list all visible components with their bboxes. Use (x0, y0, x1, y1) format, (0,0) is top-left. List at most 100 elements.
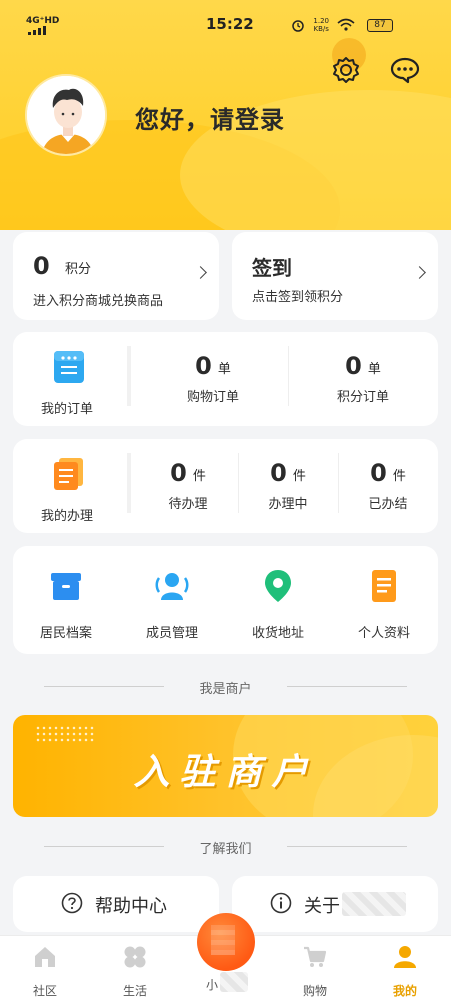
info-circle-icon (270, 892, 292, 914)
completed-count: 0 (370, 459, 387, 487)
tab-shopping[interactable]: 购物 (280, 944, 350, 999)
personal-info-button[interactable]: 个人资料 (339, 568, 429, 641)
tab-label: 社区 (32, 984, 57, 998)
points-orders-unit: 单 (367, 362, 381, 377)
status-bar: 4G⁺HD 15:22 1.20 KB/s 87 (0, 0, 451, 44)
documents-icon (54, 458, 83, 490)
banner-dots (35, 725, 95, 743)
shopping-orders-count: 0 (195, 352, 212, 380)
personal-info-label: 个人资料 (357, 626, 410, 641)
handling-card: 我的办理 0件 待办理 0件 办理中 0件 已办结 (13, 439, 438, 533)
redacted-text (220, 972, 248, 992)
wifi-icon (337, 18, 355, 31)
tools-card: 居民档案 成员管理 收货地址 个人资料 (13, 546, 438, 654)
my-orders-label: 我的订单 (41, 402, 94, 417)
tab-label: 我的 (392, 984, 417, 998)
alarm-icon (292, 20, 305, 32)
messages-button[interactable] (387, 52, 423, 88)
speed-unit: KB/s (313, 25, 329, 33)
orders-card: 我的订单 0单 购物订单 0单 积分订单 (13, 332, 438, 426)
members-icon (155, 573, 189, 600)
login-prompt[interactable]: 您好，请登录 (135, 100, 285, 135)
divider (127, 346, 131, 406)
sign-in-card[interactable]: 签到 点击签到领积分 (232, 232, 438, 320)
chat-bubble-icon (390, 57, 420, 84)
shopping-orders-stat[interactable]: 0单 购物订单 (153, 352, 273, 405)
profile-header: 4G⁺HD 15:22 1.20 KB/s 87 您好，请登录 (0, 0, 451, 230)
points-orders-count: 0 (345, 352, 362, 380)
pending-count: 0 (170, 459, 187, 487)
signal-icon (28, 26, 46, 35)
about-us-button[interactable]: 关于 (232, 876, 438, 932)
pending-stat[interactable]: 0件 待办理 (138, 459, 238, 512)
points-unit: 积分 (65, 262, 92, 277)
tab-label: 购物 (302, 984, 327, 998)
shipping-address-button[interactable]: 收货地址 (233, 568, 323, 641)
center-logo-icon (211, 925, 235, 955)
chevron-right-icon (194, 266, 207, 279)
clover-icon (124, 946, 146, 968)
question-circle-icon (61, 892, 83, 914)
in-progress-unit: 件 (292, 469, 306, 484)
center-logo-button[interactable] (197, 913, 255, 971)
section-divider (287, 846, 407, 847)
points-card[interactable]: 0 积分 进入积分商城兑换商品 (13, 232, 219, 320)
resident-archive-label: 居民档案 (39, 626, 92, 641)
in-progress-stat[interactable]: 0件 办理中 (238, 459, 338, 512)
pending-unit: 件 (192, 469, 206, 484)
profile-doc-icon (372, 570, 396, 602)
shopping-orders-unit: 单 (217, 362, 231, 377)
shipping-address-label: 收货地址 (251, 626, 304, 641)
merchant-join-banner[interactable]: 入驻商户 (13, 715, 438, 817)
help-center-label: 帮助中心 (95, 896, 167, 917)
completed-stat[interactable]: 0件 已办结 (338, 459, 438, 512)
points-count: 0 (33, 252, 50, 280)
member-management-button[interactable]: 成员管理 (127, 568, 217, 641)
cart-icon (304, 946, 327, 967)
my-orders-button[interactable]: 我的订单 (13, 332, 128, 426)
speed-value: 1.20 (313, 17, 329, 25)
my-handling-button[interactable]: 我的办理 (13, 439, 128, 533)
house-icon (35, 947, 55, 967)
sign-in-subtitle: 点击签到领积分 (252, 290, 344, 305)
in-progress-count: 0 (270, 459, 287, 487)
avatar[interactable] (25, 74, 107, 156)
points-orders-stat[interactable]: 0单 积分订单 (303, 352, 423, 405)
section-divider (287, 686, 407, 687)
speed-indicator: 1.20 KB/s (313, 17, 329, 33)
about-section-title: 了解我们 (199, 842, 252, 857)
battery-icon: 87 (367, 19, 393, 32)
order-list-icon (54, 351, 84, 383)
sign-in-title: 签到 (252, 256, 292, 280)
network-indicator: 4G⁺HD (26, 16, 60, 26)
completed-label: 已办结 (368, 497, 408, 512)
resident-archive-button[interactable]: 居民档案 (21, 568, 111, 641)
tab-mine[interactable]: 我的 (370, 944, 440, 999)
divider (127, 453, 131, 513)
status-icons: 1.20 KB/s (291, 17, 355, 33)
archive-icon (51, 573, 81, 600)
in-progress-label: 办理中 (268, 497, 308, 512)
gear-icon (333, 57, 359, 83)
banner-title: 入驻商户 (133, 752, 318, 793)
divider (288, 346, 289, 406)
person-icon (394, 946, 416, 968)
pending-label: 待办理 (168, 497, 208, 512)
tab-community[interactable]: 社区 (10, 944, 80, 999)
settings-button[interactable] (328, 52, 364, 88)
tab-label: 生活 (122, 984, 147, 998)
location-pin-icon (265, 570, 291, 602)
redacted-text (342, 892, 406, 916)
help-center-button[interactable]: 帮助中心 (13, 876, 219, 932)
chevron-right-icon (413, 266, 426, 279)
points-subtitle: 进入积分商城兑换商品 (33, 294, 164, 309)
member-management-label: 成员管理 (145, 626, 198, 641)
status-time: 15:22 (206, 15, 254, 33)
completed-unit: 件 (392, 469, 406, 484)
about-label: 关于 (304, 896, 340, 917)
points-orders-label: 积分订单 (336, 390, 389, 405)
tab-life[interactable]: 生活 (100, 944, 170, 999)
merchant-section-title: 我是商户 (199, 682, 252, 697)
my-handling-label: 我的办理 (41, 509, 94, 524)
shopping-orders-label: 购物订单 (186, 390, 239, 405)
